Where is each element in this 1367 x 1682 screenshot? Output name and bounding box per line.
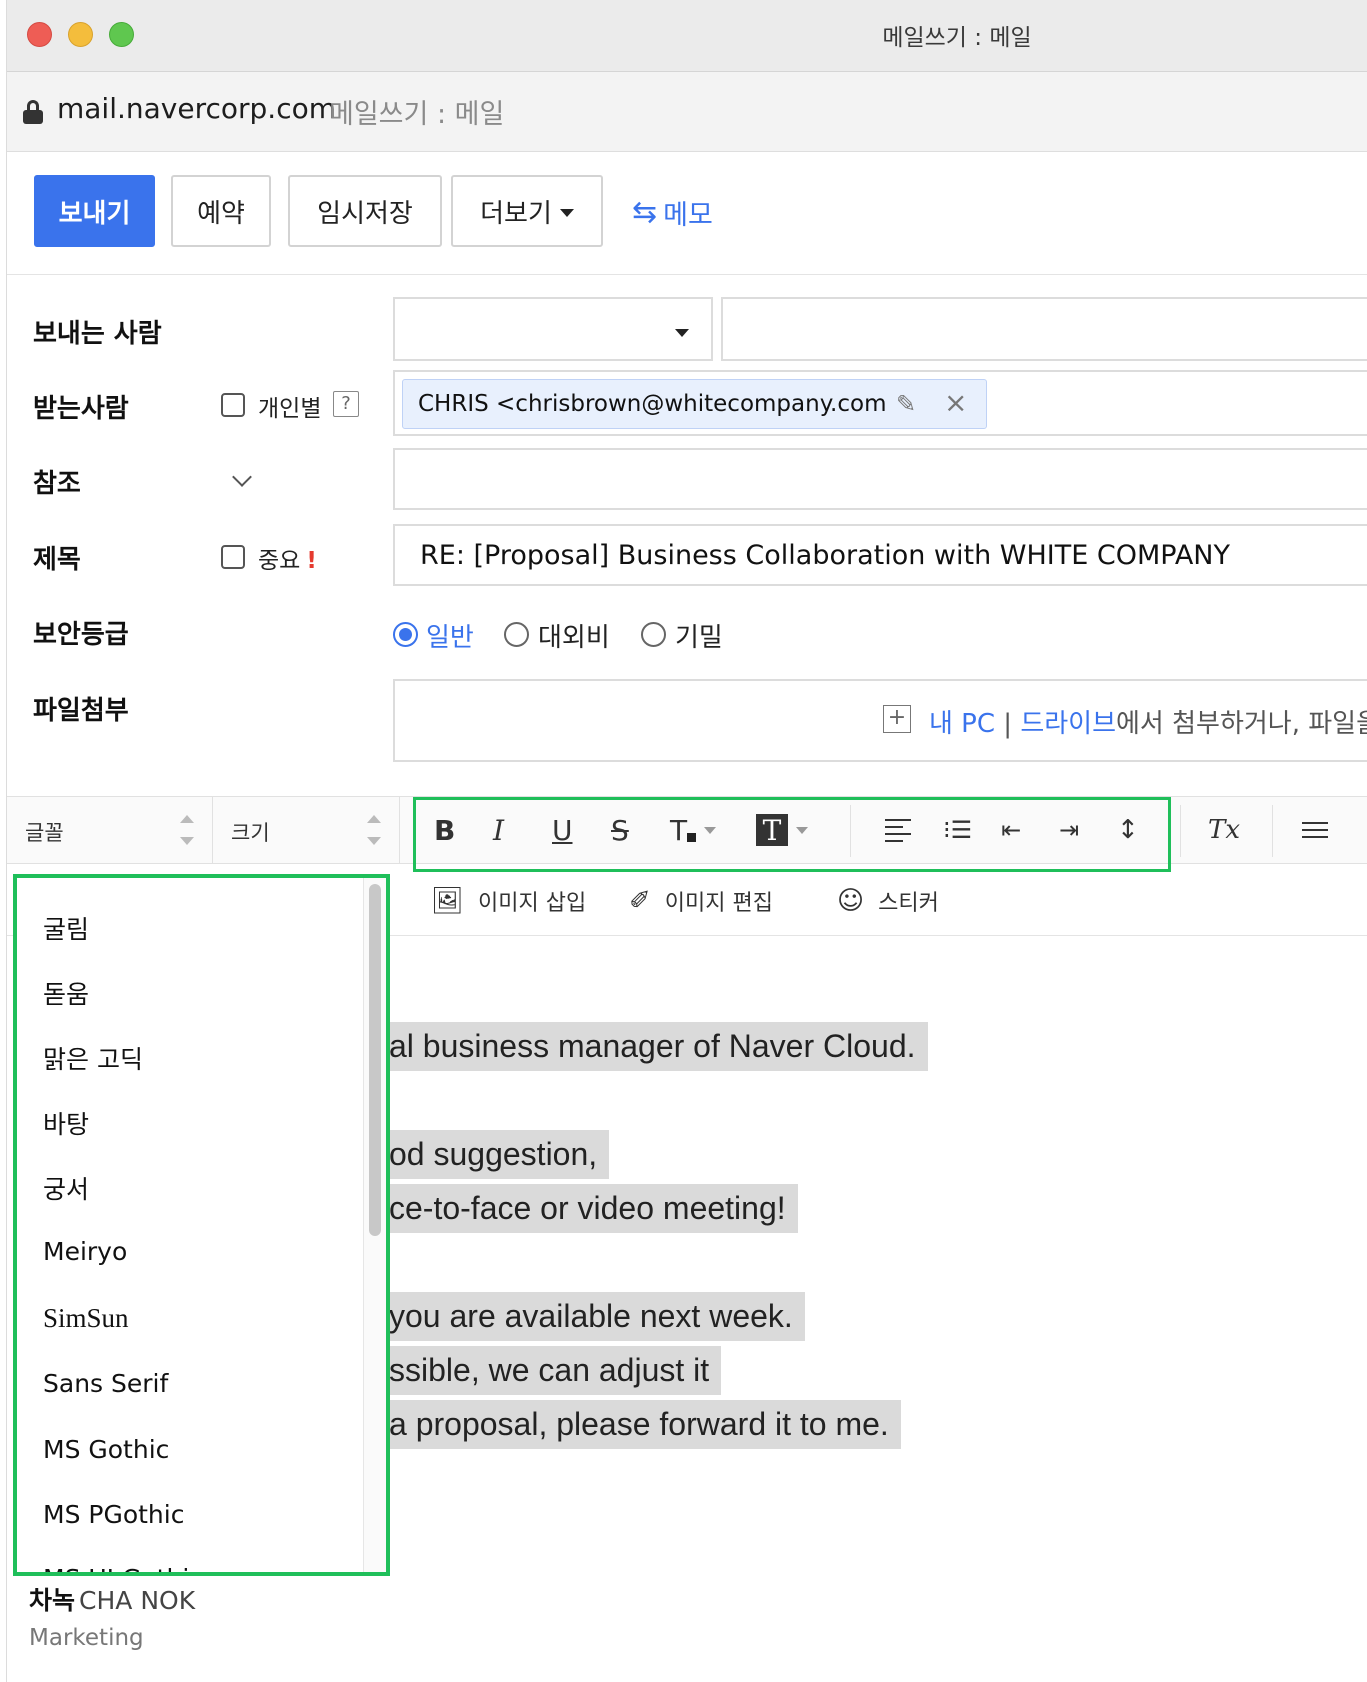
- reserve-button[interactable]: 예약: [171, 175, 271, 247]
- cc-field[interactable]: [393, 448, 1367, 510]
- attach-instructions: 내 PC | 드라이브에서 첨부하거나, 파일을: [929, 703, 1367, 740]
- attach-dropzone[interactable]: + 내 PC | 드라이브에서 첨부하거나, 파일을: [393, 679, 1367, 762]
- toolbar-separator: [1180, 805, 1181, 857]
- font-option[interactable]: 궁서: [43, 1170, 89, 1206]
- font-option[interactable]: MS Gothic: [43, 1435, 169, 1464]
- edit-image-label: 이미지 편집: [664, 891, 773, 916]
- individual-send-label: 개인별: [258, 396, 322, 422]
- font-option[interactable]: MS UI Gothic: [43, 1564, 203, 1572]
- important-text: 중요: [258, 548, 301, 574]
- smiley-icon: ☺: [837, 886, 865, 916]
- from-name-field[interactable]: [721, 297, 1367, 361]
- recipient-address: CHRIS <chrisbrown@whitecompany.com: [418, 391, 887, 417]
- attach-separator: |: [1003, 709, 1013, 739]
- toolbar-separator: [1272, 805, 1273, 857]
- body-line[interactable]: you are available next week.: [385, 1292, 805, 1341]
- font-family-select[interactable]: 글꼴: [7, 797, 213, 863]
- format-group-highlight: [413, 797, 1171, 872]
- font-option[interactable]: 바탕: [43, 1105, 89, 1141]
- title-bar: 메일쓰기 : 메일: [7, 0, 1367, 72]
- recipient-chip[interactable]: CHRIS <chrisbrown@whitecompany.com ✎ ×: [402, 379, 987, 429]
- swap-arrows-icon: ⇆: [632, 195, 658, 230]
- subject-input[interactable]: RE: [Proposal] Business Collaboration wi…: [393, 524, 1367, 586]
- address-domain[interactable]: mail.navercorp.com: [57, 92, 336, 125]
- individual-send-checkbox[interactable]: [221, 393, 245, 417]
- font-family-label: 글꼴: [25, 821, 64, 845]
- more-button-label: 더보기: [480, 198, 552, 229]
- security-option-confidential[interactable]: 대외비: [538, 617, 610, 654]
- security-option-normal[interactable]: 일반: [426, 617, 474, 654]
- font-list: 굴림 돋움 맑은 고딕 바탕 궁서 Meiryo SimSun Sans Ser…: [17, 878, 362, 1572]
- save-draft-button[interactable]: 임시저장: [288, 175, 442, 247]
- from-account-select[interactable]: [393, 297, 713, 361]
- attach-my-pc-link[interactable]: 내 PC: [929, 709, 995, 739]
- font-option[interactable]: MS PGothic: [43, 1500, 184, 1529]
- font-option[interactable]: 맑은 고딕: [43, 1040, 143, 1076]
- body-line[interactable]: od suggestion,: [385, 1130, 610, 1179]
- browser-window: 메일쓰기 : 메일 mail.navercorp.com 메일쓰기 : 메일 보…: [6, 0, 1367, 1682]
- signature-name: 차녹 CHA NOK: [29, 1581, 195, 1617]
- security-radio-secret[interactable]: [641, 622, 666, 647]
- security-label: 보안등급: [33, 620, 129, 650]
- cc-label: 참조: [33, 469, 81, 499]
- pencil-icon[interactable]: ✎: [896, 390, 916, 418]
- horizontal-rule-icon[interactable]: [1302, 813, 1328, 847]
- caret-down-icon: [675, 329, 689, 337]
- important-checkbox[interactable]: [221, 545, 245, 569]
- from-label: 보내는 사람: [33, 319, 162, 349]
- font-family-dropdown: 굴림 돋움 맑은 고딕 바탕 궁서 Meiryo SimSun Sans Ser…: [13, 874, 390, 1576]
- memo-button[interactable]: ⇆ 메모: [632, 193, 713, 232]
- updown-arrows-icon: [180, 815, 194, 845]
- security-option-secret[interactable]: 기밀: [675, 617, 723, 654]
- security-radio-confidential[interactable]: [504, 622, 529, 647]
- attach-rest-text: 에서 첨부하거나, 파일을: [1116, 709, 1367, 739]
- signature-name-en: CHA NOK: [79, 1586, 196, 1615]
- font-size-label: 크기: [231, 821, 270, 845]
- to-label: 받는사람: [33, 394, 129, 424]
- body-line[interactable]: ce-to-face or video meeting!: [385, 1184, 798, 1233]
- signature-name-ko: 차녹: [29, 1586, 76, 1615]
- important-label: 중요!: [258, 541, 317, 575]
- divider: [7, 274, 1367, 275]
- edit-image-button[interactable]: ✐ 이미지 편집: [629, 885, 773, 917]
- body-line[interactable]: al business manager of Naver Cloud.: [385, 1022, 928, 1071]
- chevron-down-icon[interactable]: [232, 467, 252, 487]
- clear-format-icon[interactable]: Tx: [1208, 813, 1240, 847]
- more-button[interactable]: 더보기: [451, 175, 603, 247]
- help-icon[interactable]: ?: [333, 391, 359, 417]
- close-icon[interactable]: ×: [944, 386, 967, 419]
- updown-arrows-icon: [367, 815, 381, 845]
- edit-image-icon: ✐: [629, 886, 651, 916]
- insert-image-button[interactable]: 🖼 이미지 삽입: [431, 885, 586, 917]
- lock-icon: [23, 100, 43, 124]
- font-size-select[interactable]: 크기: [213, 797, 400, 863]
- font-option[interactable]: SimSun: [43, 1303, 129, 1334]
- address-page-title: 메일쓰기 : 메일: [329, 99, 505, 130]
- font-option[interactable]: 굴림: [43, 910, 89, 946]
- subject-value: RE: [Proposal] Business Collaboration wi…: [420, 540, 1230, 571]
- attach-drive-link[interactable]: 드라이브: [1020, 709, 1116, 739]
- font-option[interactable]: Meiryo: [43, 1237, 127, 1266]
- sticker-button[interactable]: ☺ 스티커: [837, 885, 939, 917]
- security-radio-normal[interactable]: [393, 622, 418, 647]
- body-line[interactable]: a proposal, please forward it to me.: [385, 1400, 901, 1449]
- font-option[interactable]: 돋움: [43, 975, 89, 1011]
- font-option[interactable]: Sans Serif: [43, 1369, 168, 1398]
- subject-label: 제목: [33, 545, 81, 575]
- caret-down-icon: [559, 209, 574, 217]
- dropdown-scrollbar-thumb[interactable]: [369, 884, 381, 1236]
- memo-label: 메모: [663, 200, 713, 231]
- send-button[interactable]: 보내기: [34, 175, 155, 247]
- signature-department: Marketing: [29, 1625, 144, 1651]
- add-file-icon: +: [883, 705, 911, 733]
- exclamation-icon: !: [306, 548, 317, 574]
- window-title: 메일쓰기 : 메일: [882, 25, 1032, 51]
- body-line[interactable]: ssible, we can adjust it: [385, 1346, 722, 1395]
- insert-image-label: 이미지 삽입: [478, 891, 587, 916]
- image-icon: 🖼: [431, 886, 465, 916]
- attach-label: 파일첨부: [33, 696, 129, 726]
- sticker-label: 스티커: [878, 891, 939, 916]
